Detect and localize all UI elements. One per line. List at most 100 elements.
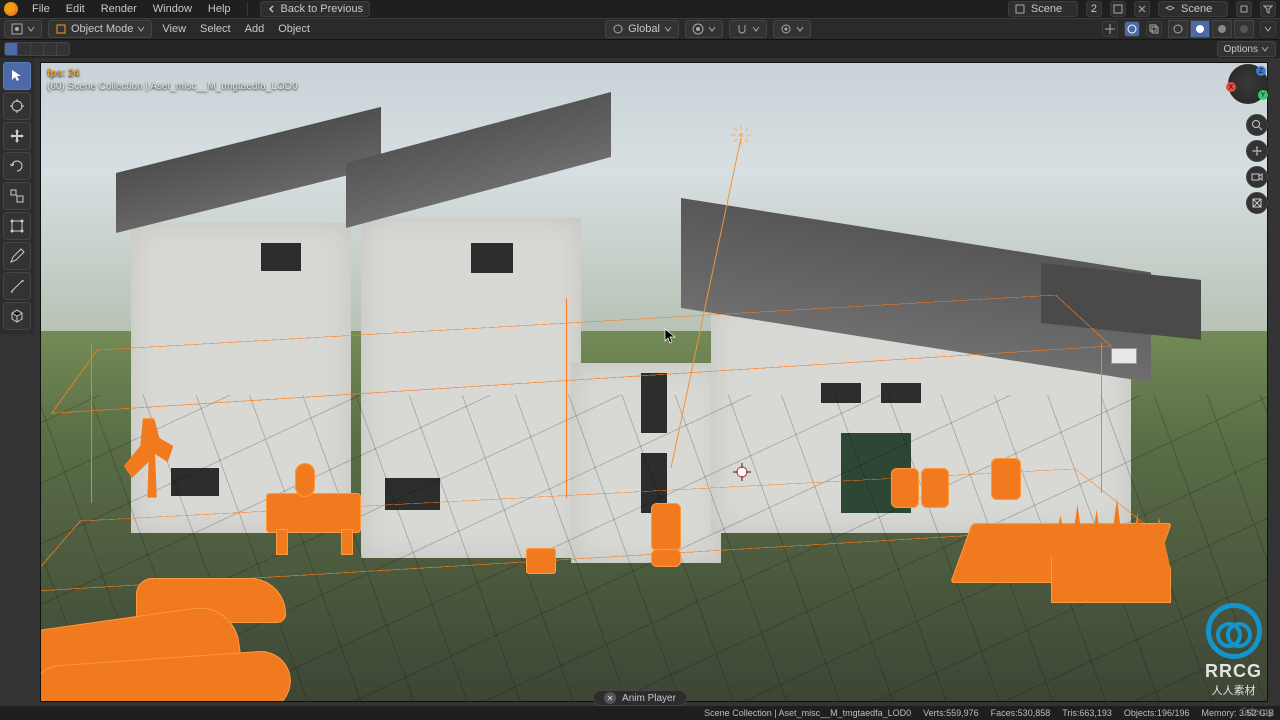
shading-rendered-button[interactable] (1234, 20, 1254, 38)
new-layer-button[interactable] (1236, 1, 1252, 17)
axis-y-icon[interactable]: Y (1258, 90, 1268, 100)
shading-solid-button[interactable] (1190, 20, 1210, 38)
new-scene-button[interactable] (1110, 1, 1126, 17)
header-object-menu[interactable]: Object (274, 22, 314, 36)
chevron-down-icon (27, 25, 35, 33)
chevron-down-icon (137, 25, 145, 33)
scene-building-middle (361, 218, 581, 558)
proportional-edit-dropdown[interactable] (773, 20, 811, 38)
status-bar: Scene Collection | Aset_misc__M_tmgtaedf… (0, 706, 1280, 720)
tool-select-box[interactable] (3, 62, 31, 90)
3d-viewport[interactable]: fps: 24 (60) Scene Collection | Aset_mis… (40, 62, 1268, 702)
status-objects: Objects:196/196 (1124, 708, 1190, 718)
options-dropdown[interactable]: Options (1217, 41, 1276, 57)
header-select-menu[interactable]: Select (196, 22, 235, 36)
shading-material-button[interactable] (1212, 20, 1232, 38)
editor-type-dropdown[interactable] (4, 20, 42, 38)
selected-object-hydrant (295, 463, 315, 497)
transform-orientation-dropdown[interactable]: Global (605, 20, 679, 38)
seg-5[interactable] (56, 42, 70, 56)
pivot-point-dropdown[interactable] (685, 20, 723, 38)
editor-type-icon (11, 23, 23, 35)
filter-icon[interactable] (1260, 1, 1276, 17)
chevron-down-icon (708, 25, 716, 33)
viewport-header: Object Mode View Select Add Object Globa… (0, 18, 1280, 40)
left-toolbar (0, 58, 34, 334)
shading-mode-group (1168, 20, 1254, 38)
menu-help[interactable]: Help (204, 2, 235, 16)
axis-z-icon[interactable]: Z (1256, 66, 1266, 76)
viewlayer-name: Scene (1181, 3, 1212, 15)
menu-file[interactable]: File (28, 2, 54, 16)
mode-dropdown[interactable]: Object Mode (48, 20, 152, 38)
object-mode-icon (55, 23, 67, 35)
scene-icon (1013, 2, 1027, 16)
viewlayer-icon (1163, 2, 1177, 16)
mode-label: Object Mode (71, 23, 133, 35)
status-verts: Verts:559,976 (923, 708, 979, 718)
chevron-down-icon (752, 25, 760, 33)
pan-button[interactable] (1246, 140, 1268, 162)
snap-dropdown[interactable] (729, 20, 767, 38)
selected-object-table (266, 493, 361, 533)
shading-options-dropdown[interactable] (1260, 21, 1276, 37)
status-collection-path: Scene Collection | Aset_misc__M_tmgtaedf… (704, 708, 911, 718)
seg-1[interactable] (4, 42, 18, 56)
tool-scale[interactable] (3, 182, 31, 210)
orientation-icon (612, 23, 624, 35)
scene-name: Scene (1031, 3, 1062, 15)
overlay-visibility-button[interactable] (1124, 21, 1140, 37)
magnet-icon (736, 23, 748, 35)
selected-object-table-leg (341, 529, 353, 555)
menu-bar: File Edit Render Window Help Back to Pre… (0, 0, 1280, 18)
tool-add-cube[interactable] (3, 302, 31, 330)
tool-rotate[interactable] (3, 152, 31, 180)
anim-player-indicator[interactable]: ✕ Anim Player (593, 690, 687, 706)
3d-cursor-icon (733, 463, 751, 481)
menu-edit[interactable]: Edit (62, 2, 89, 16)
scene-selector[interactable]: Scene (1008, 1, 1078, 17)
seg-3[interactable] (30, 42, 44, 56)
proportional-icon (780, 23, 792, 35)
zoom-button[interactable] (1246, 114, 1268, 136)
scene-building-center-low (571, 363, 721, 563)
selected-object-table-leg (276, 529, 288, 555)
tool-measure[interactable] (3, 272, 31, 300)
anim-player-label: Anim Player (622, 693, 676, 704)
options-label: Options (1224, 44, 1258, 55)
perspective-toggle-button[interactable] (1246, 192, 1268, 214)
back-arrow-icon (267, 4, 277, 14)
viewport-editor: fps: 24 (60) Scene Collection | Aset_mis… (0, 58, 1280, 706)
scene-users-count[interactable]: 2 (1086, 1, 1102, 17)
back-to-previous-button[interactable]: Back to Previous (260, 1, 371, 17)
xray-toggle-button[interactable] (1146, 21, 1162, 37)
viewlayer-selector[interactable]: Scene (1158, 1, 1228, 17)
status-tris: Tris:663,193 (1062, 708, 1112, 718)
close-icon[interactable]: ✕ (604, 692, 616, 704)
chevron-down-icon (796, 25, 804, 33)
menu-divider (247, 2, 248, 16)
chevron-down-icon (1261, 45, 1269, 53)
scene-building-left (131, 223, 351, 533)
selected-object-barrel (651, 549, 681, 567)
camera-view-button[interactable] (1246, 166, 1268, 188)
seg-2[interactable] (17, 42, 31, 56)
tool-move[interactable] (3, 122, 31, 150)
fps-readout: fps: 24 (47, 67, 298, 80)
tool-cursor[interactable] (3, 92, 31, 120)
axis-x-icon[interactable]: X (1226, 82, 1236, 92)
header-view-menu[interactable]: View (158, 22, 190, 36)
shading-wireframe-button[interactable] (1168, 20, 1188, 38)
selection-wire-vertical (566, 298, 567, 498)
selected-object-barrel (991, 458, 1021, 500)
menu-window[interactable]: Window (149, 2, 196, 16)
gizmo-visibility-button[interactable] (1102, 21, 1118, 37)
tool-annotate[interactable] (3, 242, 31, 270)
seg-4[interactable] (43, 42, 57, 56)
active-object-path: (60) Scene Collection | Aset_misc__M_tmg… (47, 80, 298, 93)
header-add-menu[interactable]: Add (241, 22, 269, 36)
menu-render[interactable]: Render (97, 2, 141, 16)
delete-scene-button[interactable] (1134, 1, 1150, 17)
tool-transform[interactable] (3, 212, 31, 240)
orbit-gizmo[interactable]: Z X Y (1228, 64, 1272, 108)
